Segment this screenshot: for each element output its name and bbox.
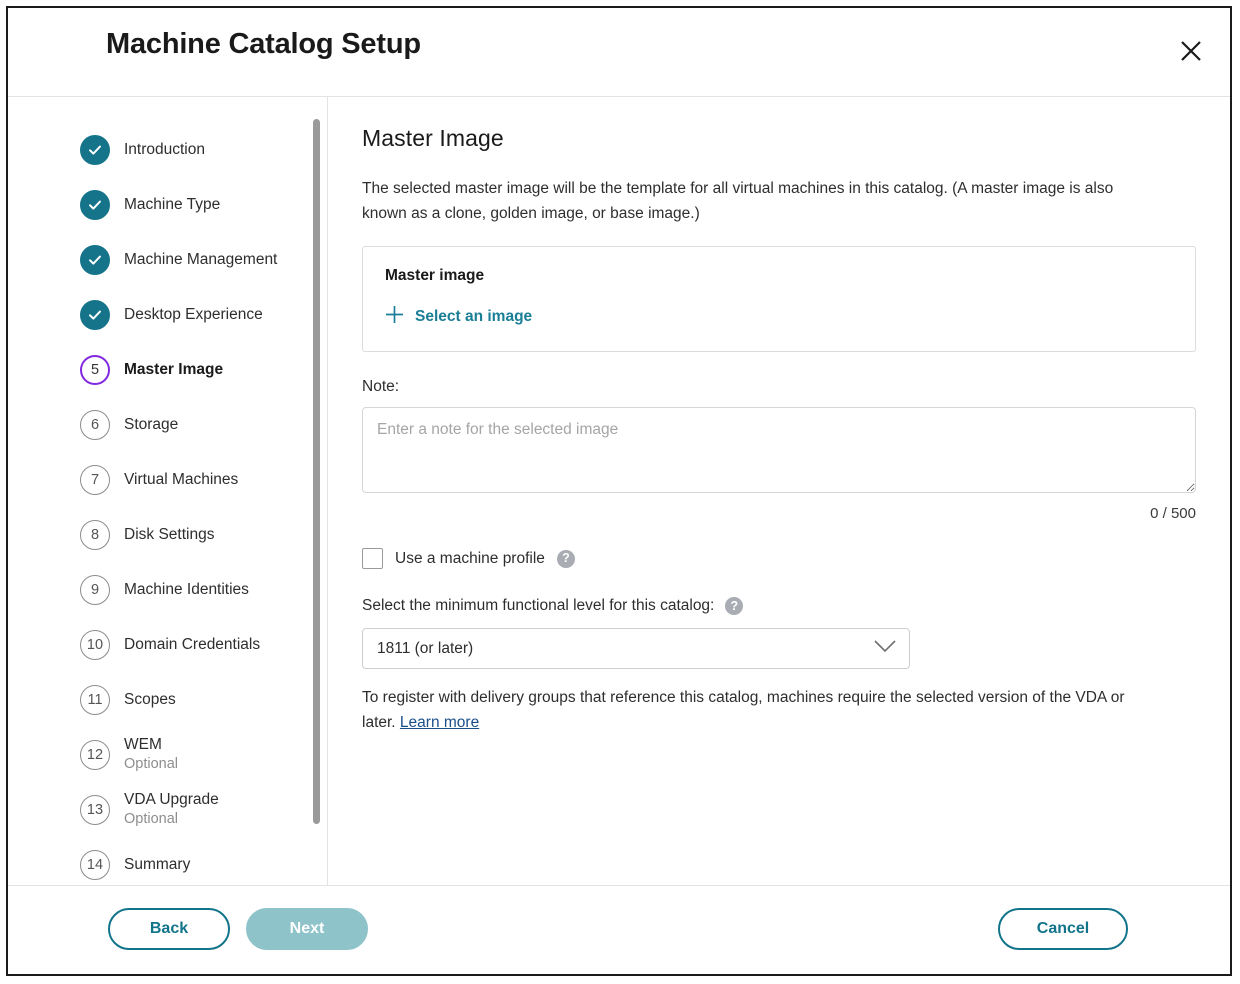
- sidebar-step-summary[interactable]: 14 Summary: [80, 837, 327, 885]
- step-number-5: 5: [80, 355, 110, 385]
- sidebar-step-label: Summary: [124, 856, 190, 874]
- functional-level-label: Select the minimum functional level for …: [362, 597, 714, 615]
- sidebar-step-machine-identities[interactable]: 9 Machine Identities: [80, 562, 327, 617]
- sidebar-step-text: Machine Management: [124, 251, 277, 269]
- step-number-13: 13: [80, 795, 110, 825]
- check-icon: [80, 190, 110, 220]
- sidebar-step-label: Machine Management: [124, 251, 277, 269]
- note-input[interactable]: [362, 407, 1196, 493]
- functional-level-row: Select the minimum functional level for …: [362, 597, 1196, 615]
- functional-level-select[interactable]: 1811 (or later): [362, 628, 910, 669]
- sidebar-step-text: VDA Upgrade Optional: [124, 791, 219, 827]
- cancel-button[interactable]: Cancel: [998, 908, 1128, 950]
- page-description: The selected master image will be the te…: [362, 176, 1162, 226]
- sidebar-step-label: Introduction: [124, 141, 205, 159]
- sidebar-step-master-image[interactable]: 5 Master Image: [80, 342, 327, 397]
- step-number-9: 9: [80, 575, 110, 605]
- sidebar-step-text: Domain Credentials: [124, 636, 260, 654]
- sidebar-step-label: Storage: [124, 416, 178, 434]
- sidebar-scrollbar-thumb[interactable]: [313, 119, 320, 824]
- sidebar-step-label: Machine Identities: [124, 581, 249, 599]
- sidebar-step-text: Scopes: [124, 691, 176, 709]
- step-number-12: 12: [80, 740, 110, 770]
- sidebar-step-text: Machine Identities: [124, 581, 249, 599]
- sidebar-step-vda-upgrade[interactable]: 13 VDA Upgrade Optional: [80, 782, 327, 837]
- dialog-footer: Back Next Cancel: [8, 886, 1230, 974]
- check-icon: [80, 135, 110, 165]
- sidebar-step-label: Virtual Machines: [124, 471, 238, 489]
- step-number-7: 7: [80, 465, 110, 495]
- sidebar-step-text: Storage: [124, 416, 178, 434]
- master-image-card: Master image Select an image: [362, 246, 1196, 352]
- sidebar-step-label: VDA Upgrade: [124, 791, 219, 809]
- sidebar-step-text: Introduction: [124, 141, 205, 159]
- page-title: Master Image: [362, 125, 1196, 152]
- note-label: Note:: [362, 378, 1196, 396]
- dialog-header: Machine Catalog Setup: [8, 8, 1230, 97]
- select-an-image-label: Select an image: [415, 308, 532, 326]
- sidebar-step-sublabel: Optional: [124, 811, 219, 828]
- sidebar-step-text: Disk Settings: [124, 526, 214, 544]
- sidebar-step-text: Summary: [124, 856, 190, 874]
- use-machine-profile-checkbox[interactable]: [362, 548, 383, 569]
- dialog-body: Introduction Machine Type Machine Manageme…: [8, 97, 1230, 886]
- functional-level-help-icon[interactable]: ?: [725, 597, 743, 615]
- sidebar-step-text: Virtual Machines: [124, 471, 238, 489]
- sidebar-step-label: Master Image: [124, 361, 223, 379]
- sidebar-step-text: Machine Type: [124, 196, 220, 214]
- sidebar-step-label: Desktop Experience: [124, 306, 263, 324]
- sidebar-step-introduction[interactable]: Introduction: [80, 122, 327, 177]
- close-icon: [1180, 40, 1202, 62]
- sidebar-step-text: Desktop Experience: [124, 306, 263, 324]
- machine-catalog-setup-dialog: Machine Catalog Setup Introduction Machin…: [6, 6, 1232, 976]
- select-an-image-button[interactable]: Select an image: [385, 305, 532, 329]
- sidebar-step-label: Disk Settings: [124, 526, 214, 544]
- sidebar-step-disk-settings[interactable]: 8 Disk Settings: [80, 507, 327, 562]
- sidebar-step-machine-type[interactable]: Machine Type: [80, 177, 327, 232]
- sidebar-step-sublabel: Optional: [124, 756, 178, 773]
- sidebar-step-desktop-experience[interactable]: Desktop Experience: [80, 287, 327, 342]
- main-content: Master Image The selected master image w…: [328, 97, 1230, 885]
- machine-profile-row: Use a machine profile ?: [362, 548, 1196, 569]
- next-button: Next: [246, 908, 368, 950]
- step-number-8: 8: [80, 520, 110, 550]
- sidebar-step-label: WEM: [124, 736, 178, 754]
- register-note: To register with delivery groups that re…: [362, 685, 1162, 735]
- wizard-sidebar: Introduction Machine Type Machine Manageme…: [8, 97, 328, 885]
- step-number-6: 6: [80, 410, 110, 440]
- sidebar-step-virtual-machines[interactable]: 7 Virtual Machines: [80, 452, 327, 507]
- functional-level-select-wrapper: 1811 (or later): [362, 628, 910, 669]
- use-machine-profile-label[interactable]: Use a machine profile: [395, 550, 545, 568]
- functional-level-selected-value: 1811 (or later): [377, 640, 473, 658]
- sidebar-step-label: Domain Credentials: [124, 636, 260, 654]
- note-field-wrapper: [362, 407, 1196, 498]
- learn-more-link[interactable]: Learn more: [400, 714, 479, 731]
- master-image-card-title: Master image: [385, 267, 1173, 285]
- sidebar-step-text: Master Image: [124, 361, 223, 379]
- sidebar-step-label: Machine Type: [124, 196, 220, 214]
- sidebar-step-domain-credentials[interactable]: 10 Domain Credentials: [80, 617, 327, 672]
- step-number-11: 11: [80, 685, 110, 715]
- back-button[interactable]: Back: [108, 908, 230, 950]
- sidebar-step-label: Scopes: [124, 691, 176, 709]
- note-character-counter: 0 / 500: [362, 505, 1196, 522]
- sidebar-step-machine-management[interactable]: Machine Management: [80, 232, 327, 287]
- check-icon: [80, 300, 110, 330]
- sidebar-step-wem[interactable]: 12 WEM Optional: [80, 727, 327, 782]
- plus-icon: [385, 305, 404, 329]
- close-button[interactable]: [1170, 30, 1212, 72]
- dialog-title: Machine Catalog Setup: [106, 28, 421, 61]
- step-number-10: 10: [80, 630, 110, 660]
- wizard-steps-list: Introduction Machine Type Machine Manageme…: [80, 122, 327, 885]
- step-number-14: 14: [80, 850, 110, 880]
- sidebar-step-text: WEM Optional: [124, 736, 178, 772]
- machine-profile-help-icon[interactable]: ?: [557, 550, 575, 568]
- check-icon: [80, 245, 110, 275]
- sidebar-step-storage[interactable]: 6 Storage: [80, 397, 327, 452]
- sidebar-step-scopes[interactable]: 11 Scopes: [80, 672, 327, 727]
